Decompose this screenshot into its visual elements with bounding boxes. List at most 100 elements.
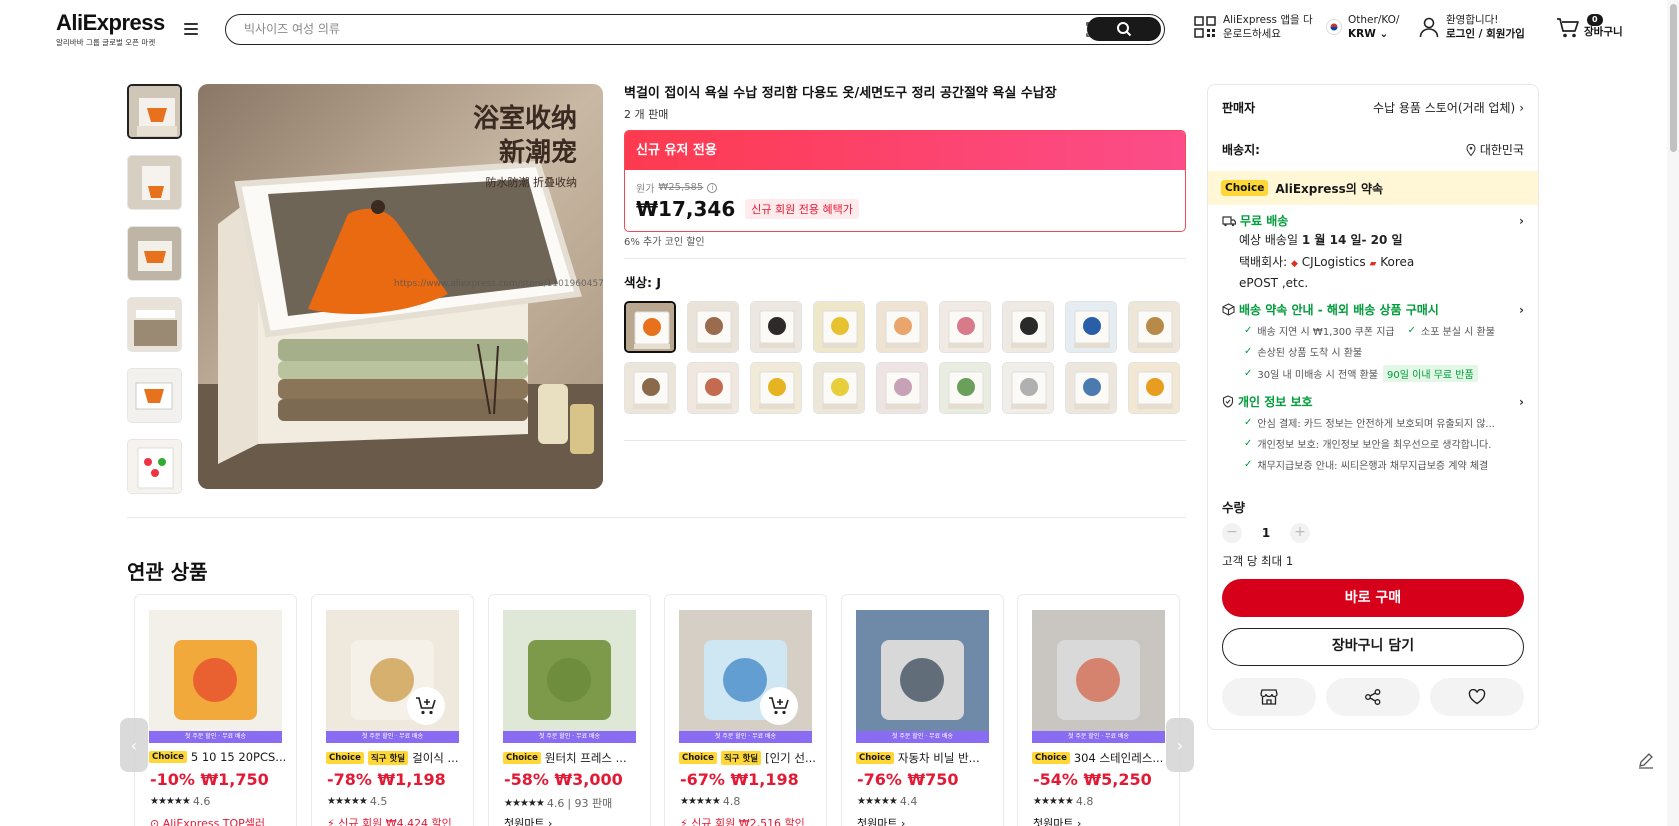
search-button[interactable]: [1087, 17, 1161, 41]
free-return-tag: 90일 이내 무료 반품: [1383, 365, 1478, 382]
choice-promise-bar: Choice AliExpress의 약속: [1208, 171, 1538, 205]
star-rating-icon: ★★★★★: [1033, 796, 1074, 807]
page-scrollbar[interactable]: [1667, 0, 1679, 826]
sold-count: | 93 판매: [567, 797, 613, 810]
thumbnail-2[interactable]: [127, 155, 182, 210]
star-rating-icon: ★★★★★: [327, 796, 368, 807]
related-product-card[interactable]: 첫 주문 할인 · 무료 배송 Choice 304 스테인레스... -54% ₩5…: [1017, 594, 1180, 826]
seller-row[interactable]: 판매자 수납 용품 스토어(거래 업체) ›: [1222, 99, 1524, 116]
chevron-right-icon: ›: [1519, 213, 1524, 228]
color-swatch-1[interactable]: [624, 301, 676, 353]
product-extra-info: ⚡ 신규 회원 ₩4,424 할인: [327, 817, 452, 826]
choice-badge: Choice: [326, 752, 364, 764]
menu-icon[interactable]: [184, 23, 198, 35]
related-product-card[interactable]: 첫 주문 할인 · 무료 배송 Choice 5 10 15 20PCS... -10…: [134, 594, 297, 826]
color-swatch-6[interactable]: [939, 301, 991, 353]
add-to-cart-button[interactable]: 장바구니 담기: [1222, 628, 1524, 666]
product-rating: ★★★★★ 4.6: [150, 795, 210, 808]
thumbnail-4[interactable]: [127, 297, 182, 352]
buy-now-button[interactable]: 바로 구매: [1222, 579, 1524, 617]
app-download[interactable]: AliExpress 앱을 다 운로드하세요: [1194, 13, 1313, 41]
wishlist-button[interactable]: [1430, 678, 1524, 716]
quantity-value[interactable]: 1: [1256, 526, 1276, 540]
color-swatch-14[interactable]: [876, 362, 928, 414]
thumbnail-3[interactable]: [127, 226, 182, 281]
search-input[interactable]: [244, 15, 1084, 43]
product-thumbnail[interactable]: [679, 610, 812, 743]
search-icon: [1117, 22, 1132, 37]
logo-subtitle: 알리바바 그룹 글로벌 오픈 마켓: [56, 38, 156, 47]
carousel-prev-button[interactable]: ‹: [120, 718, 148, 772]
info-icon[interactable]: i: [707, 182, 718, 193]
check-icon: ✓: [1244, 459, 1253, 470]
free-shipping-row[interactable]: 무료 배송 ›: [1222, 212, 1524, 229]
main-product-image[interactable]: 浴室收纳 新潮宠 防水防潮 折叠收纳 https://www.aliexpres…: [198, 84, 603, 489]
color-swatch-7[interactable]: [1002, 301, 1054, 353]
color-swatch-11[interactable]: [687, 362, 739, 414]
color-swatch-13[interactable]: [813, 362, 865, 414]
thumbnail-6[interactable]: [127, 439, 182, 494]
color-swatch-8[interactable]: [1065, 301, 1117, 353]
login-signup-link[interactable]: 로그인 / 회원가입: [1446, 27, 1525, 41]
add-to-cart-icon[interactable]: [407, 687, 445, 725]
aliexpress-logo[interactable]: AliExpress 알리바바 그룹 글로벌 오픈 마켓: [56, 10, 165, 48]
guide-text-1: 배송 지연 시 ₩1,300 쿠폰 지급: [1257, 327, 1395, 338]
product-thumbnail[interactable]: [503, 610, 636, 743]
cart-icon: [1557, 18, 1579, 38]
quantity-plus-button[interactable]: +: [1290, 523, 1310, 543]
color-swatch-15[interactable]: [939, 362, 991, 414]
first-order-ribbon: 첫 주문 할인 · 무료 배송: [503, 731, 636, 743]
first-order-ribbon: 첫 주문 할인 · 무료 배송: [149, 731, 282, 743]
language-currency-selector[interactable]: Other/KO/ KRW ⌄: [1326, 13, 1399, 41]
scrollbar-thumb[interactable]: [1670, 4, 1677, 152]
color-swatch-17[interactable]: [1065, 362, 1117, 414]
carousel-next-button[interactable]: ›: [1166, 718, 1194, 772]
store-button[interactable]: [1222, 678, 1316, 716]
thumbnail-1[interactable]: [127, 84, 182, 139]
related-product-card[interactable]: 첫 주문 할인 · 무료 배송 Choice 직구 핫딜 [인기 선... -67% ₩…: [664, 594, 827, 826]
related-product-card[interactable]: 첫 주문 할인 · 무료 배송 Choice 자동차 비닐 반... -76% ₩75…: [841, 594, 1004, 826]
product-name: Choice 직구 핫딜 [인기 선...: [679, 750, 824, 766]
color-swatch-12[interactable]: [750, 362, 802, 414]
sold-count: 2 개 판매: [624, 108, 669, 121]
product-thumbnail[interactable]: [149, 610, 282, 743]
ship-to-row[interactable]: 배송지: 대한민국: [1222, 141, 1524, 158]
edit-icon[interactable]: [1635, 749, 1657, 771]
choice-badge: Choice: [149, 751, 187, 763]
add-to-cart-icon[interactable]: [760, 687, 798, 725]
related-product-card[interactable]: 첫 주문 할인 · 무료 배송 Choice 원터치 프레스 ... -58% ₩3,…: [488, 594, 651, 826]
guide-text-2: 손상된 상품 도착 시 환불: [1257, 348, 1363, 359]
share-button[interactable]: [1326, 678, 1420, 716]
color-swatch-10[interactable]: [624, 362, 676, 414]
product-price: -54% ₩5,250: [1033, 770, 1152, 789]
chevron-right-icon: ›: [1519, 394, 1524, 409]
quantity-label: 수량: [1222, 500, 1246, 515]
color-swatch-3[interactable]: [750, 301, 802, 353]
color-swatch-5[interactable]: [876, 301, 928, 353]
product-name-text: 5 10 15 20PCS...: [190, 750, 287, 764]
thumbnail-5[interactable]: [127, 368, 182, 423]
color-swatch-16[interactable]: [1002, 362, 1054, 414]
privacy-item-2: ✓ 개인정보 보호: 개인정보 보안을 최우선으로 생각합니다.: [1244, 436, 1491, 451]
privacy-row[interactable]: 개인 정보 보호 ›: [1222, 393, 1524, 410]
color-swatch-2[interactable]: [687, 301, 739, 353]
ship-to-country: 대한민국: [1479, 143, 1524, 157]
quantity-minus-button[interactable]: −: [1222, 523, 1242, 543]
shipping-guide-row[interactable]: 배송 약속 안내 - 해외 배송 상품 구매시 ›: [1222, 301, 1524, 318]
lang-line1: Other/KO/: [1348, 14, 1400, 26]
color-swatch-9[interactable]: [1128, 301, 1180, 353]
related-product-card[interactable]: 첫 주문 할인 · 무료 배송 Choice 직구 핫딜 걸이식 ... -78% ₩1…: [311, 594, 474, 826]
logo-text: AliExpress: [56, 10, 165, 35]
color-swatch-18[interactable]: [1128, 362, 1180, 414]
product-thumbnail[interactable]: [326, 610, 459, 743]
account-menu[interactable]: 환영합니다! 로그인 / 회원가입: [1418, 13, 1525, 41]
product-price: -76% ₩750: [857, 770, 959, 789]
store-watermark: https://www.aliexpress.com/store/1101960…: [394, 279, 603, 289]
divider: [624, 258, 1186, 259]
product-thumbnail[interactable]: [856, 610, 989, 743]
product-thumbnail[interactable]: [1032, 610, 1165, 743]
choice-badge: Choice: [1221, 180, 1269, 196]
color-swatch-4[interactable]: [813, 301, 865, 353]
first-order-ribbon: 첫 주문 할인 · 무료 배송: [856, 731, 989, 743]
check-icon: ✓: [1244, 438, 1253, 449]
